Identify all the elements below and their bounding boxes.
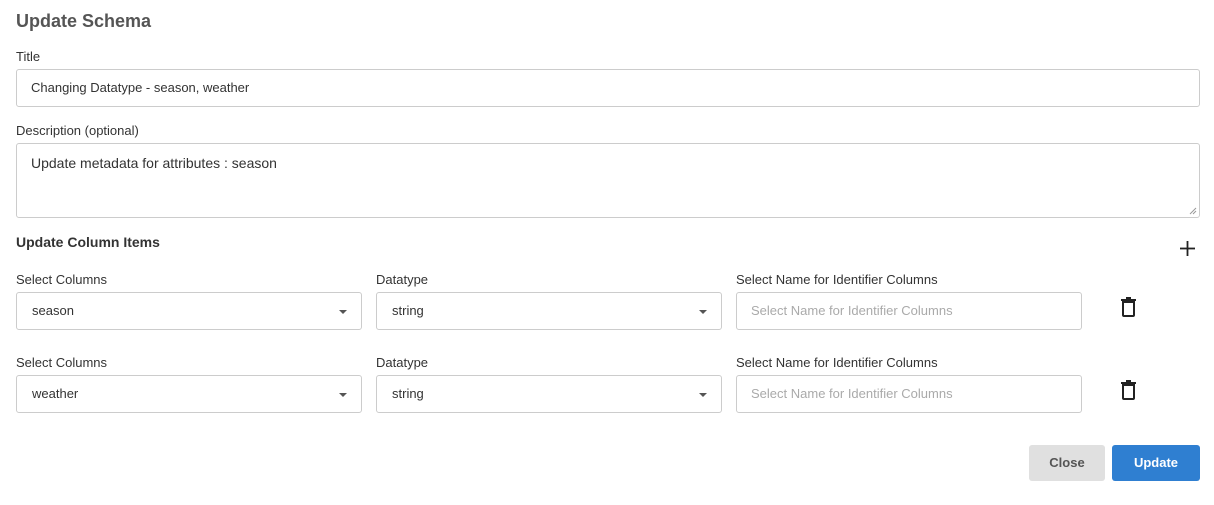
description-text: Update metadata for attributes : season: [31, 155, 277, 171]
select-columns-dropdown[interactable]: weather: [16, 375, 362, 413]
identifier-columns-input[interactable]: Select Name for Identifier Columns: [736, 375, 1082, 413]
caret-down-icon: [699, 310, 707, 314]
datatype-value: string: [392, 386, 424, 401]
caret-down-icon: [699, 393, 707, 397]
select-columns-dropdown[interactable]: season: [16, 292, 362, 330]
close-button[interactable]: Close: [1029, 445, 1105, 481]
title-label: Title: [16, 49, 41, 64]
select-columns-value: weather: [32, 386, 79, 401]
datatype-label: Datatype: [376, 355, 429, 370]
description-label: Description (optional): [16, 123, 139, 138]
datatype-label: Datatype: [376, 272, 429, 287]
update-button[interactable]: Update: [1112, 445, 1200, 481]
datatype-dropdown[interactable]: string: [376, 375, 722, 413]
datatype-value: string: [392, 303, 424, 318]
identifier-columns-label: Select Name for Identifier Columns: [736, 272, 938, 287]
caret-down-icon: [339, 310, 347, 314]
trash-icon[interactable]: [1120, 380, 1137, 400]
description-textarea[interactable]: Update metadata for attributes : season: [16, 143, 1200, 218]
identifier-columns-label: Select Name for Identifier Columns: [736, 355, 938, 370]
datatype-dropdown[interactable]: string: [376, 292, 722, 330]
select-columns-label: Select Columns: [16, 355, 108, 370]
caret-down-icon: [339, 393, 347, 397]
resize-grip-icon[interactable]: [1189, 207, 1197, 215]
select-columns-label: Select Columns: [16, 272, 108, 287]
section-title-update-column-items: Update Column Items: [16, 234, 160, 250]
identifier-columns-placeholder: Select Name for Identifier Columns: [751, 386, 953, 401]
select-columns-value: season: [32, 303, 74, 318]
identifier-columns-placeholder: Select Name for Identifier Columns: [751, 303, 953, 318]
trash-icon[interactable]: [1120, 297, 1137, 317]
title-input[interactable]: Changing Datatype - season, weather: [16, 69, 1200, 107]
dialog-title: Update Schema: [16, 11, 152, 31]
identifier-columns-input[interactable]: Select Name for Identifier Columns: [736, 292, 1082, 330]
plus-icon[interactable]: [1179, 240, 1196, 257]
